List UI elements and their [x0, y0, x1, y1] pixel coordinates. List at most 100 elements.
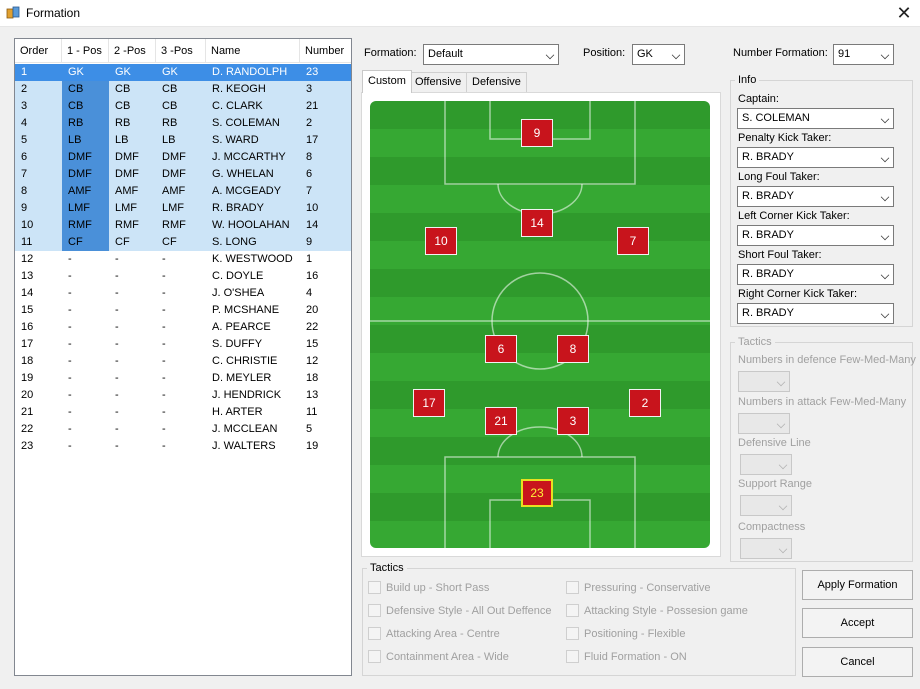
pitch-player-marker[interactable]: 7	[617, 227, 649, 255]
info-field-dropdown[interactable]: R. BRADY	[737, 186, 894, 207]
table-row[interactable]: 8 AMF AMF AMF A. MCGEADY 7	[15, 183, 351, 200]
pitch-player-marker[interactable]: 9	[521, 119, 553, 147]
player-table[interactable]: Order 1 - Pos 2 -Pos 3 -Pos Name Number …	[14, 38, 352, 676]
cell-pos2: -	[115, 270, 119, 282]
table-row[interactable]: 9 LMF LMF LMF R. BRADY 10	[15, 200, 351, 217]
column-header-name[interactable]: Name	[206, 39, 300, 63]
table-row[interactable]: 11 CF CF CF S. LONG 9	[15, 234, 351, 251]
table-row[interactable]: 6 DMF DMF DMF J. MCCARTHY 8	[15, 149, 351, 166]
table-row[interactable]: 18 - - - C. CHRISTIE 12	[15, 353, 351, 370]
close-icon[interactable]: ✕	[892, 3, 916, 23]
cell-order: 13	[21, 270, 34, 282]
table-row[interactable]: 19 - - - D. MEYLER 18	[15, 370, 351, 387]
checkbox-square-icon	[566, 604, 579, 617]
checkbox-square-icon	[368, 604, 381, 617]
chevron-down-icon	[880, 50, 890, 60]
table-row[interactable]: 20 - - - J. HENDRICK 13	[15, 387, 351, 404]
cell-order: 9	[21, 202, 28, 214]
pitch[interactable]: 9 14 10 7 6 8 17 2 21 3 23	[370, 101, 710, 548]
pitch-player-marker[interactable]: 6	[485, 335, 517, 363]
chevron-down-icon	[776, 377, 786, 387]
pitch-player-marker[interactable]: 14	[521, 209, 553, 237]
table-row[interactable]: 7 DMF DMF DMF G. WHELAN 6	[15, 166, 351, 183]
cell-name: S. COLEMAN	[212, 117, 280, 129]
table-row[interactable]: 16 - - - A. PEARCE 22	[15, 319, 351, 336]
table-row[interactable]: 12 - - - K. WESTWOOD 1	[15, 251, 351, 268]
cell-pos3: AMF	[162, 185, 186, 197]
cancel-button[interactable]: Cancel	[802, 647, 913, 677]
checkbox-square-icon	[566, 627, 579, 640]
cell-pos2: -	[115, 372, 119, 384]
tactics-field-dropdown[interactable]	[740, 454, 792, 475]
info-field-dropdown[interactable]: S. COLEMAN	[737, 108, 894, 129]
table-row[interactable]: 13 - - - C. DOYLE 16	[15, 268, 351, 285]
table-row[interactable]: 1 GK GK GK D. RANDOLPH 23	[15, 64, 351, 81]
tactic-checkbox[interactable]: Attacking Style - Possesion game	[566, 604, 748, 618]
tactic-checkbox[interactable]: Attacking Area - Centre	[368, 627, 500, 641]
cell-order: 20	[21, 389, 34, 401]
info-field-dropdown[interactable]: R. BRADY	[737, 147, 894, 168]
table-row[interactable]: 10 RMF RMF RMF W. HOOLAHAN 14	[15, 217, 351, 234]
column-header-pos3[interactable]: 3 -Pos	[156, 39, 206, 63]
tactic-checkbox[interactable]: Pressuring - Conservative	[566, 581, 711, 595]
table-row[interactable]: 21 - - - H. ARTER 11	[15, 404, 351, 421]
tactic-checkbox[interactable]: Fluid Formation - ON	[566, 650, 687, 664]
tactics-field-dropdown[interactable]	[738, 413, 790, 434]
tactic-checkbox[interactable]: Containment Area - Wide	[368, 650, 509, 664]
cell-pos2: -	[115, 440, 119, 452]
table-row[interactable]: 2 CB CB CB R. KEOGH 3	[15, 81, 351, 98]
column-header-number[interactable]: Number	[300, 39, 351, 63]
cell-order: 2	[21, 83, 28, 95]
cell-pos1: -	[68, 406, 72, 418]
apply-formation-button[interactable]: Apply Formation	[802, 570, 913, 600]
info-field-value: R. BRADY	[742, 268, 794, 280]
position-dropdown[interactable]: GK	[632, 44, 685, 65]
table-row[interactable]: 3 CB CB CB C. CLARK 21	[15, 98, 351, 115]
tactics-field-dropdown[interactable]	[740, 495, 792, 516]
tab-custom[interactable]: Custom	[362, 70, 412, 93]
info-field-dropdown[interactable]: R. BRADY	[737, 225, 894, 246]
tactic-checkbox[interactable]: Positioning - Flexible	[566, 627, 686, 641]
tactic-checkbox-label: Attacking Style - Possesion game	[584, 605, 748, 617]
tactic-checkbox[interactable]: Defensive Style - All Out Deffence	[368, 604, 552, 618]
column-header-pos2[interactable]: 2 -Pos	[109, 39, 156, 63]
chevron-down-icon	[778, 460, 788, 470]
pitch-player-marker[interactable]: 21	[485, 407, 517, 435]
table-row[interactable]: 22 - - - J. MCCLEAN 5	[15, 421, 351, 438]
cell-pos1: -	[68, 270, 72, 282]
table-row[interactable]: 14 - - - J. O'SHEA 4	[15, 285, 351, 302]
tab-defensive[interactable]: Defensive	[466, 72, 527, 92]
table-row[interactable]: 4 RB RB RB S. COLEMAN 2	[15, 115, 351, 132]
accept-button[interactable]: Accept	[802, 608, 913, 638]
cell-name: S. WARD	[212, 134, 259, 146]
tactics-field-dropdown[interactable]	[740, 538, 792, 559]
pitch-player-marker[interactable]: 2	[629, 389, 661, 417]
tactics-field-dropdown[interactable]	[738, 371, 790, 392]
info-field-dropdown[interactable]: R. BRADY	[737, 303, 894, 324]
cell-name: S. DUFFY	[212, 338, 263, 350]
table-row[interactable]: 17 - - - S. DUFFY 15	[15, 336, 351, 353]
table-row[interactable]: 23 - - - J. WALTERS 19	[15, 438, 351, 455]
table-row[interactable]: 15 - - - P. MCSHANE 20	[15, 302, 351, 319]
cell-pos1: CB	[62, 98, 109, 115]
info-field-value: R. BRADY	[742, 151, 794, 163]
pitch-player-marker-goalkeeper[interactable]: 23	[521, 479, 553, 507]
cell-order: 10	[21, 219, 34, 231]
info-field-dropdown[interactable]: R. BRADY	[737, 264, 894, 285]
info-field-label: Captain:	[738, 93, 779, 105]
number-formation-dropdown[interactable]: 91	[833, 44, 894, 65]
formation-dropdown[interactable]: Default	[423, 44, 559, 65]
pitch-player-marker[interactable]: 17	[413, 389, 445, 417]
pitch-player-marker[interactable]: 8	[557, 335, 589, 363]
pitch-player-marker[interactable]: 3	[557, 407, 589, 435]
table-row[interactable]: 5 LB LB LB S. WARD 17	[15, 132, 351, 149]
cell-order: 4	[21, 117, 28, 129]
column-header-pos1[interactable]: 1 - Pos	[62, 39, 109, 63]
pitch-player-marker[interactable]: 10	[425, 227, 457, 255]
tab-offensive[interactable]: Offensive	[409, 72, 468, 92]
cell-number: 1	[306, 253, 313, 265]
cell-number: 16	[306, 270, 319, 282]
tactic-checkbox[interactable]: Build up - Short Pass	[368, 581, 489, 595]
column-header-order[interactable]: Order	[15, 39, 62, 63]
cell-number: 22	[306, 321, 319, 333]
